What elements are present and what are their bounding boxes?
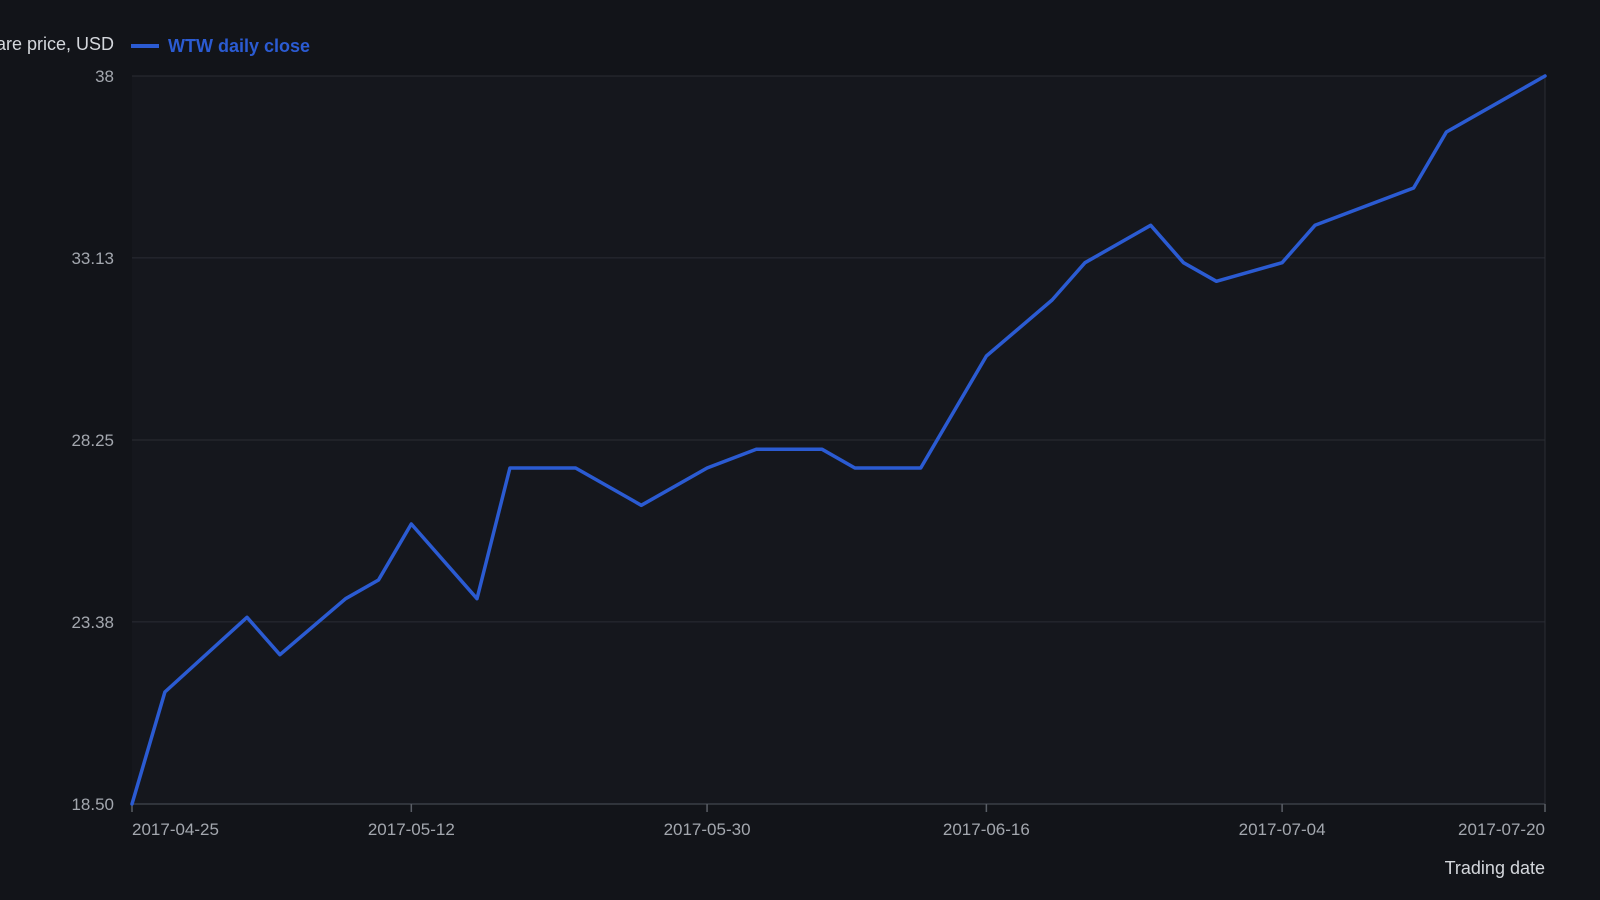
y-tick-label-33-13: 33.13 xyxy=(71,249,114,268)
x-axis-title: Trading date xyxy=(1445,858,1545,878)
y-tick-label-28-25: 28.25 xyxy=(71,431,114,450)
x-tick-label-2017-05-12: 2017-05-12 xyxy=(368,820,455,839)
x-tick-label-2017-04-25: 2017-04-25 xyxy=(132,820,219,839)
x-tick-label-2017-05-30: 2017-05-30 xyxy=(664,820,751,839)
legend: WTW daily close xyxy=(131,36,310,56)
x-tick-label-2017-07-20: 2017-07-20 xyxy=(1458,820,1545,839)
chart-container: 18.50 23.38 28.25 33.13 38 2017-04-25 2017-05-… xyxy=(0,0,1600,900)
x-tick-label-2017-07-04: 2017-07-04 xyxy=(1239,820,1326,839)
y-tick-label-18-50: 18.50 xyxy=(71,795,114,814)
y-tick-label-38: 38 xyxy=(95,67,114,86)
x-tick-label-2017-06-16: 2017-06-16 xyxy=(943,820,1030,839)
legend-label-wtw-daily-close: WTW daily close xyxy=(168,36,310,56)
y-tick-label-23-38: 23.38 xyxy=(71,613,114,632)
line-chart: 18.50 23.38 28.25 33.13 38 2017-04-25 2017-05-… xyxy=(0,34,1547,878)
y-axis-title: Share price, USD xyxy=(0,34,114,54)
